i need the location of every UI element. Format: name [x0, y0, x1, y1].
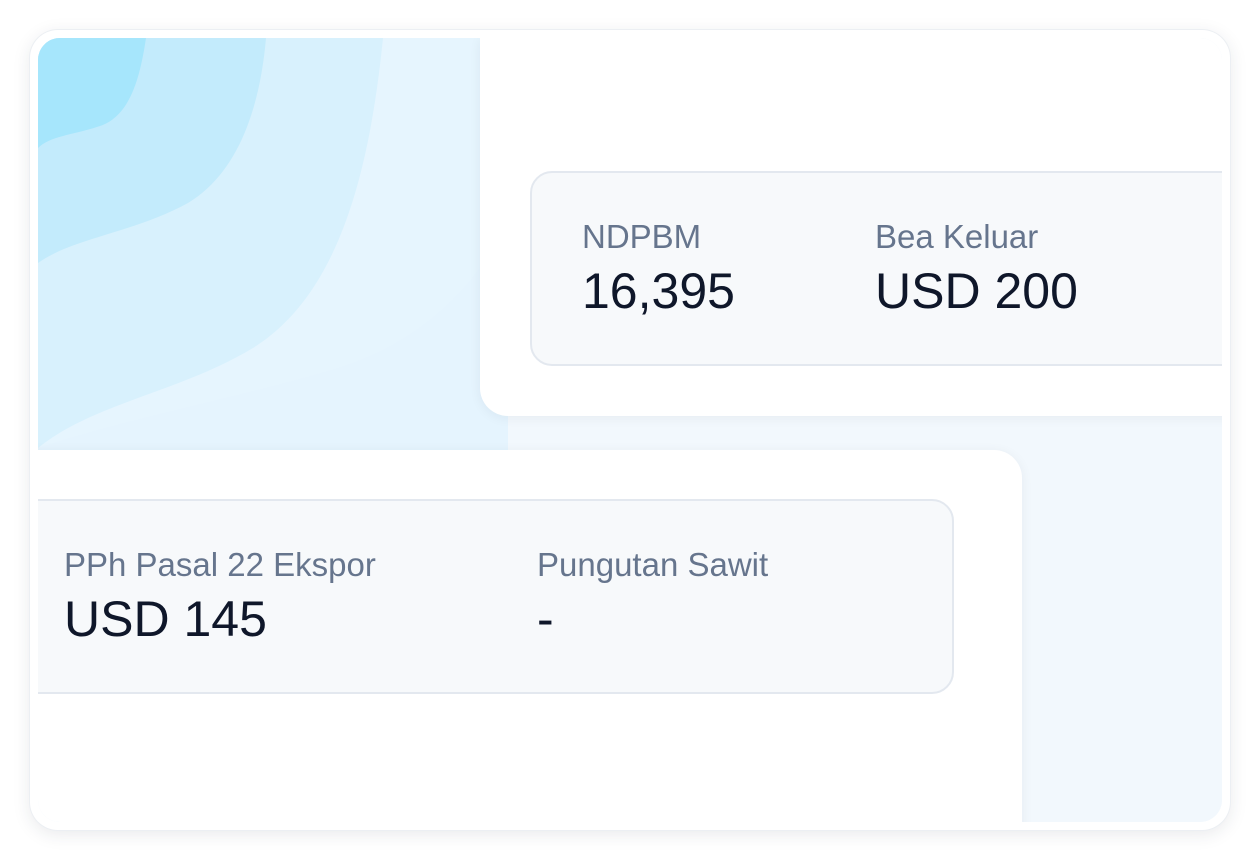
summary-card-bottom: PPh Pasal 22 Ekspor USD 145 Pungutan Saw…	[38, 450, 1022, 822]
stat-label: NDPBM	[582, 218, 702, 255]
stat-value: -	[537, 591, 554, 647]
stat-label: PPh Pasal 22 Ekspor	[64, 546, 376, 583]
stat-label: Bea Keluar	[875, 218, 1039, 255]
device-frame: NDPBM 16,395 Bea Keluar USD 200 PPh Pasa…	[30, 30, 1230, 830]
stat-label: Pungutan Sawit	[537, 546, 769, 583]
stat-value: 16,395	[582, 263, 735, 319]
stat-ndpbm: NDPBM 16,395	[582, 217, 735, 321]
summary-card-top: NDPBM 16,395 Bea Keluar USD 200	[480, 38, 1222, 416]
stats-panel-top: NDPBM 16,395 Bea Keluar USD 200	[530, 171, 1222, 366]
stats-panel-bottom: PPh Pasal 22 Ekspor USD 145 Pungutan Saw…	[38, 499, 954, 694]
stat-bea-keluar: Bea Keluar USD 200	[875, 217, 1078, 321]
stat-pungutan-sawit: Pungutan Sawit -	[537, 545, 768, 649]
stat-value: USD 200	[875, 263, 1078, 319]
stat-pph-pasal-22: PPh Pasal 22 Ekspor USD 145	[64, 545, 376, 649]
stat-value: USD 145	[64, 591, 267, 647]
screen: NDPBM 16,395 Bea Keluar USD 200 PPh Pasa…	[38, 38, 1222, 822]
